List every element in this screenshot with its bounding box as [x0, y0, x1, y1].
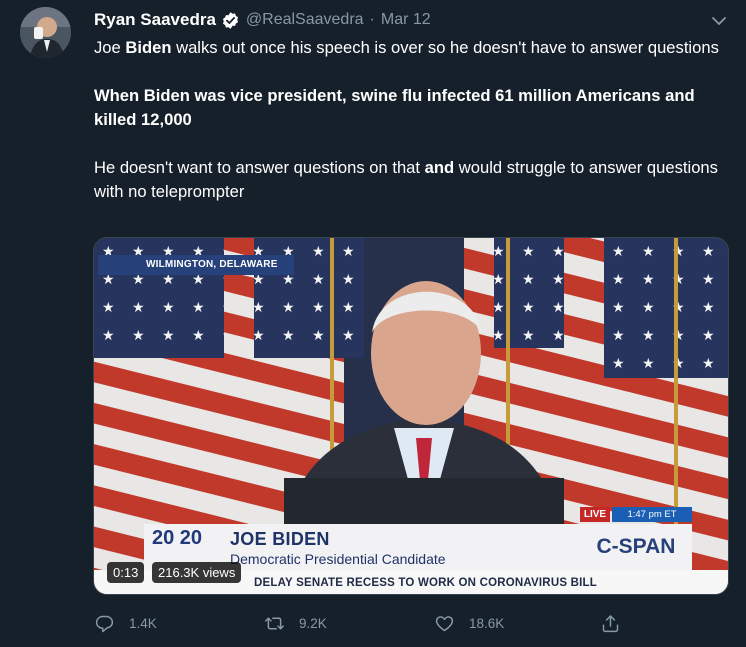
reply-count: 1.4K: [129, 615, 157, 631]
reply-button[interactable]: 1.4K: [94, 611, 157, 635]
like-button[interactable]: 18.6K: [434, 611, 504, 635]
text-bold: Biden: [125, 38, 172, 57]
tweet-actions: 1.4K 9.2K 18.6K: [94, 611, 654, 635]
video-views: 216.3K views: [152, 562, 242, 583]
header-separator: ·: [369, 11, 375, 28]
retweet-icon: [265, 617, 284, 629]
nameplate-title: Democratic Presidential Candidate: [230, 551, 446, 567]
author-handle[interactable]: @RealSaavedra: [246, 11, 364, 29]
avatar[interactable]: [20, 7, 71, 58]
live-badge: LIVE: [580, 507, 610, 522]
retweet-count: 9.2K: [299, 615, 327, 631]
text-bold: and: [424, 158, 455, 177]
share-icon: [602, 614, 619, 632]
tweet-paragraph-bold: When Biden was vice president, swine flu…: [94, 86, 695, 129]
retweet-button[interactable]: 9.2K: [264, 611, 327, 635]
video-duration: 0:13: [107, 562, 145, 583]
tweet-paragraph: Joe Biden walks out once his speech is o…: [94, 36, 734, 60]
verified-badge-icon: [221, 11, 240, 30]
chevron-down-icon[interactable]: [708, 10, 730, 32]
text-span: He doesn't want to answer questions on t…: [94, 158, 425, 177]
author-name[interactable]: Ryan Saavedra: [94, 10, 216, 30]
tweet-paragraph: He doesn't want to answer questions on t…: [94, 156, 734, 204]
tweet-text: Joe Biden walks out once his speech is o…: [94, 36, 734, 204]
text-span: walks out once his speech is over so he …: [171, 38, 719, 57]
tweet-date[interactable]: Mar 12: [381, 11, 431, 29]
video-player[interactable]: ★ WILMINGTON, DELAWARE LIVE 1:47 pm ET: [93, 237, 729, 595]
tweet: Ryan Saavedra @RealSaavedra · Mar 12 Joe…: [0, 0, 746, 647]
tweet-header: Ryan Saavedra @RealSaavedra · Mar 12: [94, 8, 431, 32]
text-span: Joe: [94, 38, 126, 57]
nameplate-name: JOE BIDEN: [230, 529, 330, 549]
reply-icon: [95, 615, 114, 632]
like-icon: [435, 615, 454, 631]
share-button[interactable]: [600, 611, 635, 635]
live-time: 1:47 pm ET: [612, 507, 692, 522]
network-logo: C-SPAN: [580, 524, 692, 570]
video-dateline: WILMINGTON, DELAWARE: [98, 255, 294, 275]
like-count: 18.6K: [469, 615, 505, 631]
